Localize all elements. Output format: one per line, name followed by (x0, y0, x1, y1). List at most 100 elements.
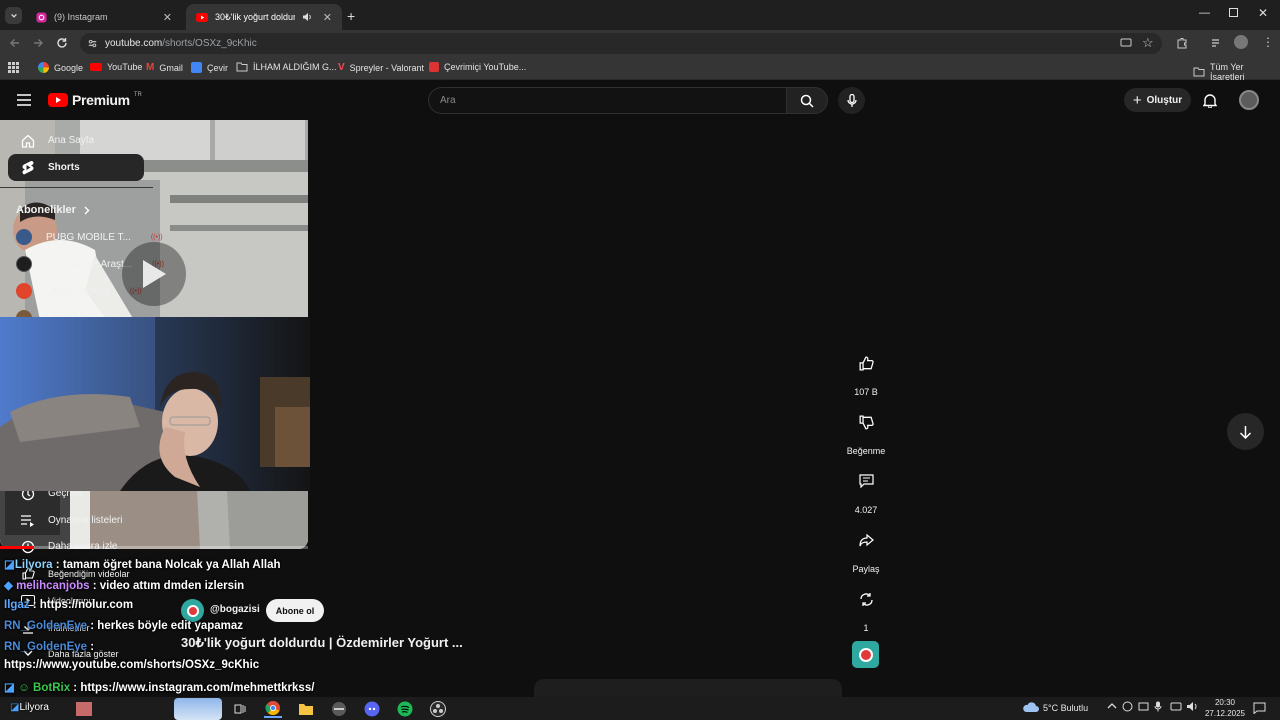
subscription-dmax[interactable]: DMAX Turkiye ((•)) (16, 283, 142, 299)
bookmark-gmail[interactable]: M Gmail (146, 62, 183, 73)
share-button[interactable]: Paylaş (848, 522, 884, 574)
translate-icon (191, 62, 202, 73)
chat-username: RN_GoldenEye (4, 620, 88, 632)
play-button[interactable] (122, 242, 186, 306)
channel-avatar (16, 229, 32, 245)
chat-text: https://www.youtube.com/shorts/OSXz_9cKh… (4, 659, 260, 671)
tray-network-icon[interactable] (1138, 701, 1149, 712)
url-text: youtube.com/shorts/OSXz_9cKhic (105, 38, 257, 49)
spotify-icon[interactable] (396, 700, 414, 718)
youtube-icon (90, 63, 102, 71)
chevron-up-icon[interactable] (1107, 701, 1117, 711)
bookmark-label: Gmail (159, 62, 183, 73)
youtube-premium-logo[interactable]: Premium TR (48, 92, 142, 108)
comment-icon (848, 463, 884, 499)
notifications-bell-icon[interactable] (1203, 93, 1217, 108)
progress-fill (0, 546, 34, 549)
like-button[interactable]: 107 B (848, 345, 884, 397)
bookmark-star-icon[interactable]: ☆ (1142, 35, 1154, 51)
guide-item-shorts[interactable]: Shorts (8, 154, 144, 181)
file-explorer-icon[interactable] (297, 700, 315, 718)
tab-youtube-short[interactable]: 30₺'lik yoğurt doldurdu | Ö ✕ (186, 4, 342, 30)
bookmark-folder-ilham[interactable]: İLHAM ALDIĞIM G... (236, 62, 337, 72)
bookmark-translate[interactable]: Çevir (191, 62, 228, 73)
search-button[interactable] (786, 87, 828, 114)
dislike-button[interactable]: Beğenme (847, 404, 885, 456)
progress-track[interactable] (0, 546, 308, 549)
subscribe-button[interactable]: Abone ol (266, 599, 324, 622)
emote-icon (76, 702, 92, 716)
guide-item-playlists[interactable]: Oynatma listeleri (8, 507, 144, 534)
volume-icon[interactable] (1186, 701, 1198, 712)
guide-label: Oynatma listeleri (48, 515, 123, 526)
guide-divider (0, 187, 153, 188)
site-info-icon[interactable] (87, 38, 98, 49)
thumbs-down-icon (848, 404, 884, 440)
guide-item-home[interactable]: Ana Sayfa (8, 127, 144, 154)
speaker-icon[interactable] (302, 12, 312, 22)
minimize-button[interactable]: — (1199, 7, 1210, 19)
tab-instagram[interactable]: (9) Instagram ✕ (26, 4, 182, 30)
notification-center-icon[interactable] (1253, 702, 1266, 714)
audio-source-thumbnail[interactable] (852, 641, 879, 668)
shorts-icon (8, 160, 48, 175)
account-avatar[interactable] (1239, 90, 1259, 110)
folder-icon (1193, 67, 1205, 77)
region-code: TR (133, 92, 142, 98)
cast-icon[interactable] (1120, 37, 1132, 49)
comments-button[interactable]: 4.027 (848, 463, 884, 515)
tray-app-icon[interactable] (1122, 701, 1133, 712)
instagram-icon (36, 11, 47, 23)
bookmark-online-youtube[interactable]: Çevrimiçi YouTube... (429, 62, 526, 72)
channel-avatar[interactable] (181, 599, 204, 622)
chat-text: : https://www.instagram.com/mehmettkrkss… (70, 682, 315, 694)
taskbar-user-tag: ◪Lilyora (10, 702, 49, 713)
task-view-icon[interactable] (231, 700, 249, 718)
microphone-icon[interactable] (1154, 701, 1162, 712)
search-highlight-image[interactable] (174, 698, 222, 720)
media-control-icon[interactable] (1211, 37, 1223, 49)
new-tab-button[interactable]: + (347, 8, 355, 24)
bookmark-youtube[interactable]: YouTube (90, 62, 142, 72)
next-short-button[interactable] (1227, 413, 1264, 450)
create-button[interactable]: + Oluştur (1124, 88, 1191, 112)
bookmark-label: YouTube (107, 62, 143, 72)
extensions-icon[interactable] (1176, 37, 1188, 49)
apps-grid-icon[interactable] (8, 62, 19, 73)
clock[interactable]: 20:30 27.12.2025 (1204, 697, 1246, 719)
next-short-preview[interactable] (534, 679, 842, 697)
app-icon[interactable] (330, 700, 348, 718)
subscription-pubg[interactable]: PUBG MOBILE T... ((•)) (16, 229, 163, 245)
profile-avatar[interactable] (1234, 35, 1248, 49)
channel-handle[interactable]: @bogazisi (210, 604, 260, 615)
chat-message: ◆ melihcanjobs : video attım dmden izler… (4, 578, 244, 592)
tab-search-button[interactable] (5, 7, 22, 24)
bookmark-valorant[interactable]: V Spreyler - Valorant (338, 62, 424, 73)
chrome-taskbar-icon[interactable] (264, 700, 282, 718)
window-close-button[interactable]: ✕ (1258, 6, 1268, 20)
menu-kebab-icon[interactable]: ⋮ (1262, 35, 1274, 49)
remix-button[interactable]: 1 (848, 581, 884, 633)
forward-icon[interactable] (32, 37, 44, 49)
short-title[interactable]: 30₺'lik yoğurt doldurdu | Özdemirler Yoğ… (181, 635, 463, 651)
obs-icon[interactable] (429, 700, 447, 718)
close-icon[interactable]: ✕ (163, 11, 172, 24)
chat-text: : video attım dmden izlersin (89, 580, 245, 592)
wifi-icon[interactable] (1170, 701, 1182, 712)
close-icon[interactable]: ✕ (323, 11, 332, 24)
youtube-icon (429, 62, 439, 72)
reload-icon[interactable] (56, 37, 68, 49)
restore-button[interactable] (1229, 8, 1238, 17)
voice-search-button[interactable] (838, 87, 865, 114)
subscriptions-heading[interactable]: Abonelikler (16, 204, 90, 216)
discord-icon[interactable] (363, 700, 381, 718)
back-icon[interactable] (9, 37, 21, 49)
search-input[interactable]: Ara (428, 87, 786, 114)
chat-message-continuation: https://www.youtube.com/shorts/OSXz_9cKh… (4, 659, 259, 671)
hamburger-menu-icon[interactable] (17, 94, 31, 106)
bookmark-google[interactable]: Google (38, 62, 83, 73)
channel-avatar (16, 256, 32, 272)
thumbs-up-icon (848, 345, 884, 381)
all-bookmarks-folder[interactable]: Tüm Yer İşaretleri (1193, 62, 1280, 82)
weather-widget[interactable]: 5°C Bulutlu (1043, 703, 1088, 713)
